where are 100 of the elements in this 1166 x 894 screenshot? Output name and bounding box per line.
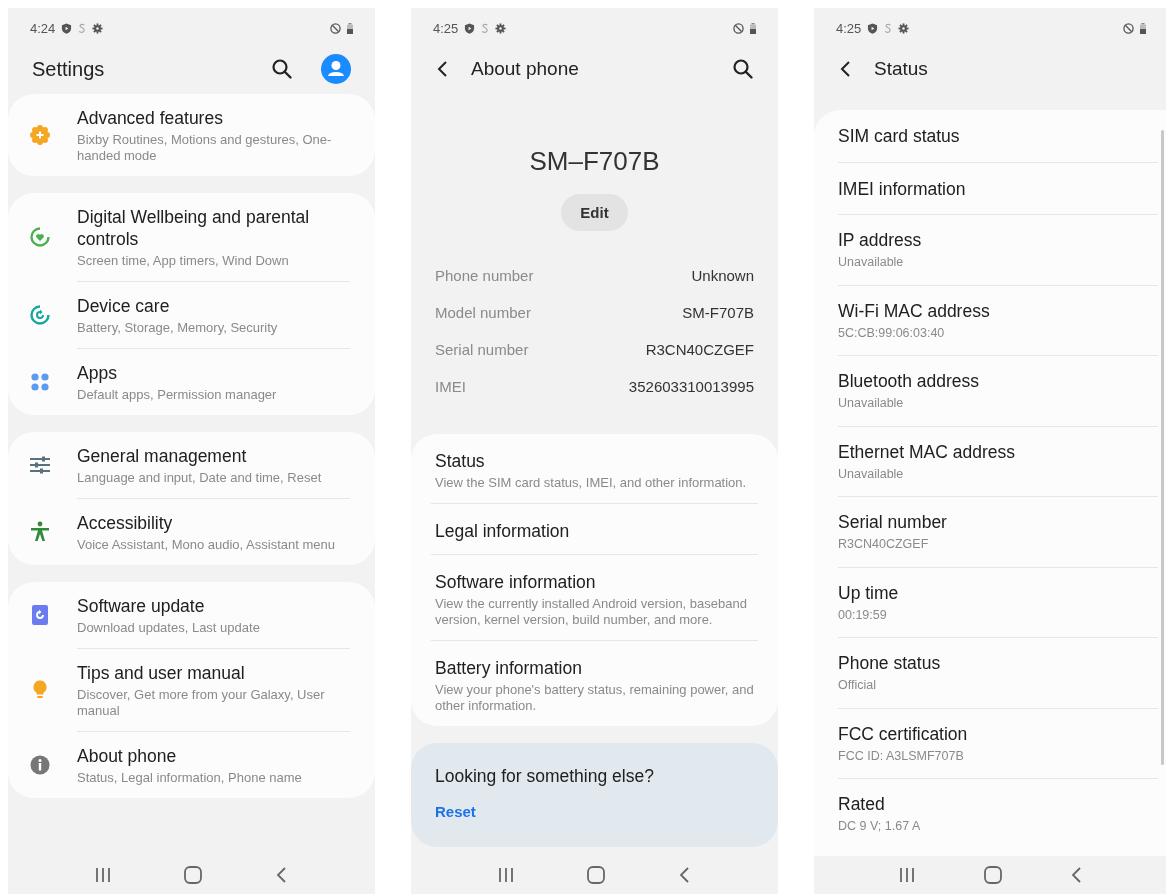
settings-item[interactable]: Tips and user manual Discover, Get more from your Galaxy, User manual: [8, 648, 375, 731]
profile-avatar-icon[interactable]: [321, 54, 351, 84]
settings-item[interactable]: Accessibility Voice Assistant, Mono audio, Assistant menu: [8, 498, 375, 565]
settings-item[interactable]: Digital Wellbeing and parental controls Screen time, App timers, Wind Down: [8, 193, 375, 281]
item-title: Software information: [435, 571, 597, 593]
item-title: Battery information: [435, 657, 583, 679]
recent-apps-icon[interactable]: [496, 866, 515, 884]
item-title: IP address: [838, 229, 923, 252]
scrollbar[interactable]: [1161, 130, 1164, 765]
item-subtitle: View the currently installed Android version, baseband version, kernel version, build number, and more.: [435, 596, 748, 628]
item-title: Digital Wellbeing and parental controls: [77, 206, 311, 250]
gear-icon: [898, 22, 910, 34]
info-icon: [28, 753, 51, 776]
info-label: Model number: [435, 304, 531, 321]
screen-title: Settings: [32, 57, 105, 81]
settings-item[interactable]: Advanced features Bixby Routines, Motions and gestures, One-handed mode: [8, 94, 375, 176]
item-title: IMEI information: [838, 177, 967, 200]
home-icon[interactable]: [586, 865, 607, 885]
refresh-ring-icon: [28, 303, 51, 326]
s-icon: [884, 22, 893, 34]
status-time: 4:25: [836, 20, 862, 36]
settings-item[interactable]: About phone Status, Legal information, Phone name: [8, 731, 375, 798]
item-subtitle: View the SIM card status, IMEI, and other information.: [435, 475, 748, 491]
item-title: Accessibility: [77, 512, 174, 534]
status-item[interactable]: Up time 00:19:59: [838, 566, 1158, 637]
item-value: Unavailable: [838, 465, 905, 482]
item-title: Advanced features: [77, 107, 224, 129]
heart-ring-icon: [28, 226, 51, 248]
item-title: Wi-Fi MAC address: [838, 299, 991, 322]
status-item[interactable]: FCC certification FCC ID: A3LSMF707B: [838, 707, 1158, 778]
battery-icon: [347, 22, 353, 34]
item-subtitle: Voice Assistant, Mono audio, Assistant menu: [77, 537, 336, 553]
status-time: 4:24: [30, 20, 56, 36]
item-value: 00:19:59: [838, 606, 888, 623]
search-icon[interactable]: [732, 58, 754, 80]
item-title: SIM card status: [838, 125, 961, 147]
item-title: Legal information: [435, 520, 571, 542]
item-title: Up time: [838, 581, 900, 604]
reset-link[interactable]: Reset: [435, 803, 476, 820]
item-value: Unavailable: [838, 395, 905, 412]
item-subtitle: Download updates, Last update: [77, 620, 261, 636]
about-item[interactable]: Status View the SIM card status, IMEI, and other information.: [431, 434, 758, 503]
s-icon: [481, 22, 490, 34]
status-item[interactable]: Rated DC 9 V; 1.67 A: [838, 778, 1158, 849]
settings-item[interactable]: Device care Battery, Storage, Memory, Security: [8, 281, 375, 348]
item-value: FCC ID: A3LSMF707B: [838, 747, 965, 764]
settings-item[interactable]: General management Language and input, Date and time, Reset: [8, 432, 375, 498]
item-title: FCC certification: [838, 722, 969, 745]
about-item[interactable]: Battery information View your phone's battery status, remaining power, and other information.: [431, 640, 758, 726]
battery-icon: [1140, 22, 1146, 34]
recent-apps-icon[interactable]: [897, 866, 916, 884]
info-value: SM-F707B: [682, 304, 754, 321]
search-icon[interactable]: [271, 58, 293, 80]
status-item[interactable]: SIM card status: [838, 110, 1158, 162]
back-icon[interactable]: [838, 59, 852, 79]
about-item[interactable]: Legal information: [431, 503, 758, 554]
back-icon[interactable]: [435, 59, 449, 79]
sliders-icon: [28, 454, 51, 476]
item-subtitle: Status, Legal information, Phone name: [77, 770, 303, 786]
item-subtitle: Screen time, App timers, Wind Down: [77, 253, 290, 269]
item-subtitle: View your phone's battery status, remaining power, and other information.: [435, 682, 754, 714]
home-icon[interactable]: [183, 865, 204, 885]
screen-title: About phone: [471, 58, 579, 80]
item-value: 5C:CB:99:06:03:40: [838, 324, 946, 341]
do-not-disturb-icon: [733, 22, 744, 34]
item-value: R3CN40CZGEF: [838, 536, 930, 553]
settings-item[interactable]: Apps Default apps, Permission manager: [8, 348, 375, 415]
device-name: SM–F707B: [529, 146, 660, 177]
screen-title: Status: [874, 58, 928, 80]
item-value: Official: [838, 677, 877, 694]
status-item[interactable]: Phone status Official: [838, 637, 1158, 708]
shield-icon: [61, 22, 73, 34]
status-time: 4:25: [433, 20, 459, 36]
item-subtitle: Battery, Storage, Memory, Security: [77, 320, 279, 336]
edit-button[interactable]: Edit: [561, 194, 628, 231]
recent-apps-icon[interactable]: [93, 866, 112, 884]
item-title: Phone status: [838, 652, 942, 675]
gear-icon: [92, 22, 104, 34]
settings-item[interactable]: Software update Download updates, Last update: [8, 582, 375, 648]
status-item[interactable]: IP address Unavailable: [838, 214, 1158, 285]
item-title: Apps: [77, 362, 118, 384]
home-icon[interactable]: [983, 865, 1003, 885]
status-item[interactable]: IMEI information: [838, 162, 1158, 214]
item-title: Status: [435, 450, 486, 472]
do-not-disturb-icon: [330, 22, 341, 34]
item-title: Software update: [77, 595, 206, 617]
status-item[interactable]: Ethernet MAC address Unavailable: [838, 425, 1158, 496]
battery-icon: [750, 22, 756, 34]
shield-icon: [867, 22, 879, 34]
item-title: Rated: [838, 793, 886, 816]
info-value: R3CN40CZGEF: [645, 341, 754, 358]
shield-icon: [464, 22, 476, 34]
item-subtitle: Bixby Routines, Motions and gestures, One-handed mode: [77, 132, 333, 164]
status-item[interactable]: Bluetooth address Unavailable: [838, 355, 1158, 426]
status-item[interactable]: Wi-Fi MAC address 5C:CB:99:06:03:40: [838, 284, 1158, 355]
about-item[interactable]: Software information View the currently installed Android version, baseband version, kernel version, build number, and more.: [431, 554, 758, 640]
status-item[interactable]: Serial number R3CN40CZGEF: [838, 496, 1158, 567]
item-title: Serial number: [838, 511, 948, 534]
four-dots-icon: [28, 370, 51, 393]
item-value: DC 9 V; 1.67 A: [838, 818, 922, 835]
